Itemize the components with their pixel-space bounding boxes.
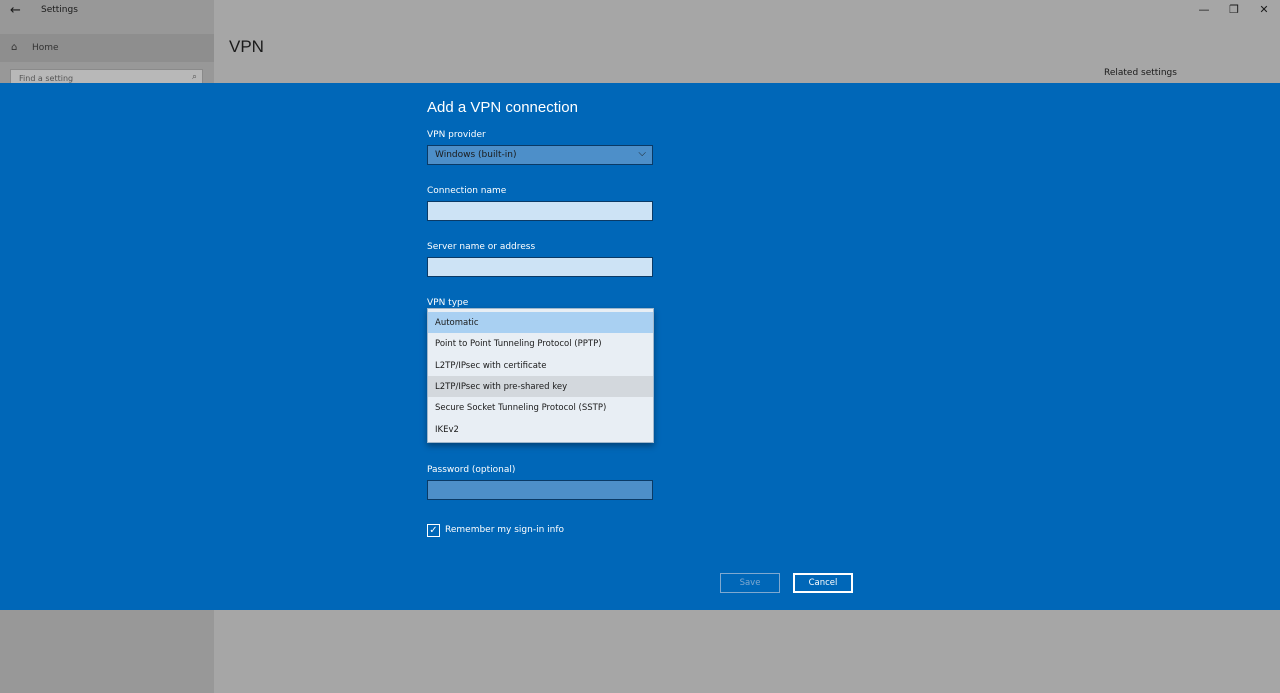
cancel-button[interactable]: Cancel xyxy=(793,573,853,593)
vpn-type-label: VPN type xyxy=(427,298,469,308)
connection-name-input[interactable] xyxy=(427,201,653,221)
search-icon: ⌕ xyxy=(191,72,197,82)
remember-signin-label[interactable]: Remember my sign-in info xyxy=(445,525,564,535)
sidebar-item-home[interactable]: ⌂ Home xyxy=(0,34,214,62)
password-label: Password (optional) xyxy=(427,465,516,475)
save-button[interactable]: Save xyxy=(720,573,780,593)
vpn-type-option-pptp[interactable]: Point to Point Tunneling Protocol (PPTP) xyxy=(428,333,653,354)
vpn-type-dropdown[interactable]: Automatic Point to Point Tunneling Proto… xyxy=(427,308,654,443)
related-settings-heading: Related settings xyxy=(1104,68,1177,78)
chevron-down-icon: ⌵ xyxy=(638,148,646,159)
back-arrow-icon[interactable]: ← xyxy=(10,3,21,18)
server-address-label: Server name or address xyxy=(427,242,536,252)
close-icon[interactable]: ✕ xyxy=(1256,3,1272,16)
add-vpn-dialog: Add a VPN connection VPN provider Window… xyxy=(0,83,1280,610)
password-input[interactable] xyxy=(427,480,653,500)
title-bar: ← Settings — ❐ ✕ xyxy=(0,0,1280,22)
vpn-type-option-l2tp-psk[interactable]: L2TP/IPsec with pre-shared key xyxy=(428,376,653,397)
app-title: Settings xyxy=(41,5,78,15)
home-icon: ⌂ xyxy=(11,42,18,53)
vpn-provider-label: VPN provider xyxy=(427,130,486,140)
dialog-title: Add a VPN connection xyxy=(427,99,578,116)
remember-signin-checkbox[interactable]: ✓ xyxy=(427,524,440,537)
vpn-type-option-ikev2[interactable]: IKEv2 xyxy=(428,419,653,440)
page-title: VPN xyxy=(229,37,264,56)
vpn-provider-value: Windows (built-in) xyxy=(435,150,517,160)
connection-name-label: Connection name xyxy=(427,186,507,196)
search-placeholder: Find a setting xyxy=(19,74,74,83)
home-label: Home xyxy=(32,43,59,53)
vpn-type-option-automatic[interactable]: Automatic xyxy=(428,312,653,333)
restore-icon[interactable]: ❐ xyxy=(1226,3,1242,16)
server-address-input[interactable] xyxy=(427,257,653,277)
vpn-type-option-sstp[interactable]: Secure Socket Tunneling Protocol (SSTP) xyxy=(428,397,653,418)
minimize-icon[interactable]: — xyxy=(1196,3,1212,16)
vpn-type-option-l2tp-certificate[interactable]: L2TP/IPsec with certificate xyxy=(428,355,653,376)
vpn-provider-select[interactable]: Windows (built-in) ⌵ xyxy=(427,145,653,165)
